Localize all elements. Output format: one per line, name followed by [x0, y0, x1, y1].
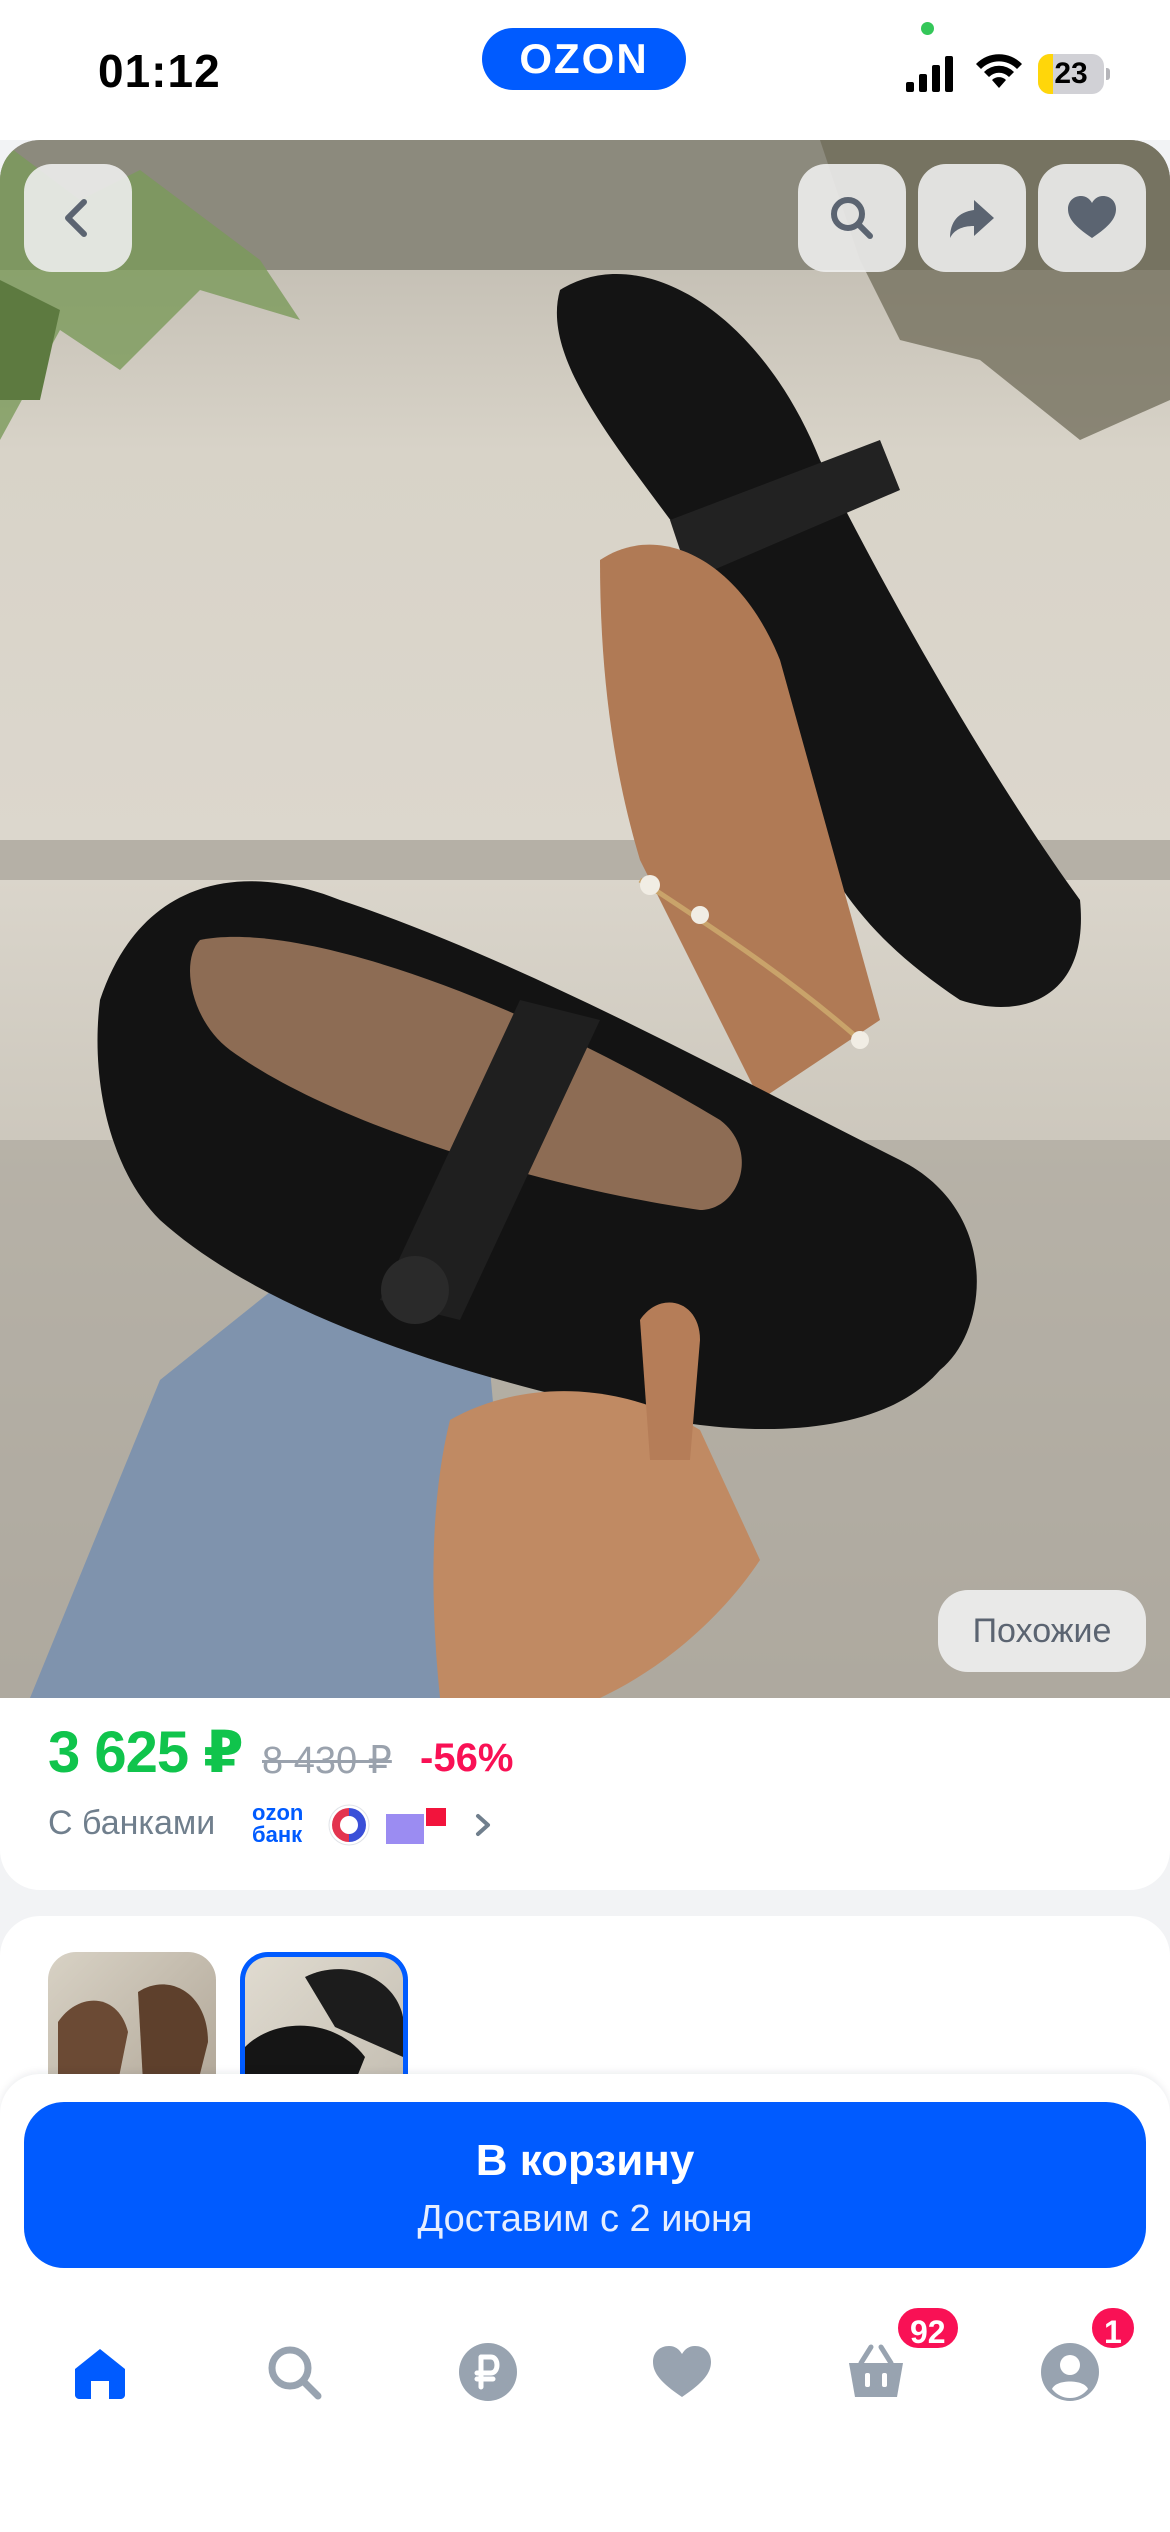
- status-bar: 01:12 OZON 23: [0, 0, 1170, 140]
- ruble-icon: [459, 2343, 517, 2401]
- product-photo: [0, 140, 1170, 1698]
- search-button[interactable]: [798, 164, 906, 272]
- discount-badge: -56%: [420, 1736, 514, 1780]
- add-to-cart-button[interactable]: В корзину Доставим с 2 июня: [24, 2102, 1146, 2268]
- similar-button[interactable]: Похожие: [938, 1590, 1146, 1672]
- cellular-signal-icon: [906, 56, 953, 92]
- chevron-right-icon[interactable]: [470, 1810, 496, 1840]
- favorite-button[interactable]: [1038, 164, 1146, 272]
- nav-favorites[interactable]: [632, 2322, 732, 2422]
- ozon-bank-logo: ozon банк: [252, 1800, 304, 1847]
- variant-black-image: [245, 1969, 403, 2082]
- share-button[interactable]: [918, 164, 1026, 272]
- ozon-logo: OZON: [482, 28, 686, 90]
- old-price: 8 430 ₽: [262, 1740, 392, 1782]
- heart-icon: [653, 2346, 711, 2397]
- share-icon: [950, 200, 994, 238]
- nav-home[interactable]: [50, 2322, 150, 2422]
- bottom-navigation: 92 1: [0, 2292, 1170, 2532]
- battery-percent: 23: [1054, 57, 1088, 90]
- cart-icon: [849, 2344, 903, 2397]
- sbp-bank-icon: [328, 1804, 370, 1846]
- banks-label[interactable]: С банками: [48, 1804, 215, 1843]
- profile-icon: [1041, 2343, 1099, 2401]
- product-page: 01:12 OZON 23 Похожие 3 625 ₽ 8 430 ₽ -5…: [0, 0, 1170, 2532]
- profile-notification-badge: 1: [1088, 2304, 1138, 2352]
- nav-search[interactable]: [244, 2322, 344, 2422]
- battery-indicator: 23: [1038, 54, 1110, 94]
- add-to-cart-label: В корзину: [475, 2136, 695, 2185]
- delivery-date-label: Доставим с 2 июня: [417, 2198, 753, 2240]
- nav-finance[interactable]: [438, 2322, 538, 2422]
- search-icon: [831, 197, 873, 239]
- add-to-cart-panel: В корзину Доставим с 2 июня: [0, 2074, 1170, 2292]
- privacy-indicator-dot: [921, 22, 934, 35]
- variant-thumbnail[interactable]: [48, 1952, 216, 2082]
- variant-brown-image: [58, 1984, 208, 2082]
- cart-count-badge: 92: [894, 2304, 962, 2352]
- heart-icon: [1068, 196, 1116, 238]
- product-image-gallery[interactable]: Похожие: [0, 140, 1170, 1698]
- back-button[interactable]: [24, 164, 132, 272]
- partner-bank-icon: [386, 1808, 446, 1844]
- price-card: 3 625 ₽ 8 430 ₽ -56% С банками ozon банк: [0, 1698, 1170, 1890]
- status-time: 01:12: [98, 45, 221, 97]
- current-price: 3 625 ₽: [48, 1720, 244, 1785]
- variant-thumbnail-selected[interactable]: [240, 1952, 408, 2082]
- wifi-icon: [976, 54, 1022, 88]
- search-icon: [268, 2346, 322, 2400]
- home-icon: [75, 2349, 125, 2399]
- chevron-left-icon: [65, 199, 87, 237]
